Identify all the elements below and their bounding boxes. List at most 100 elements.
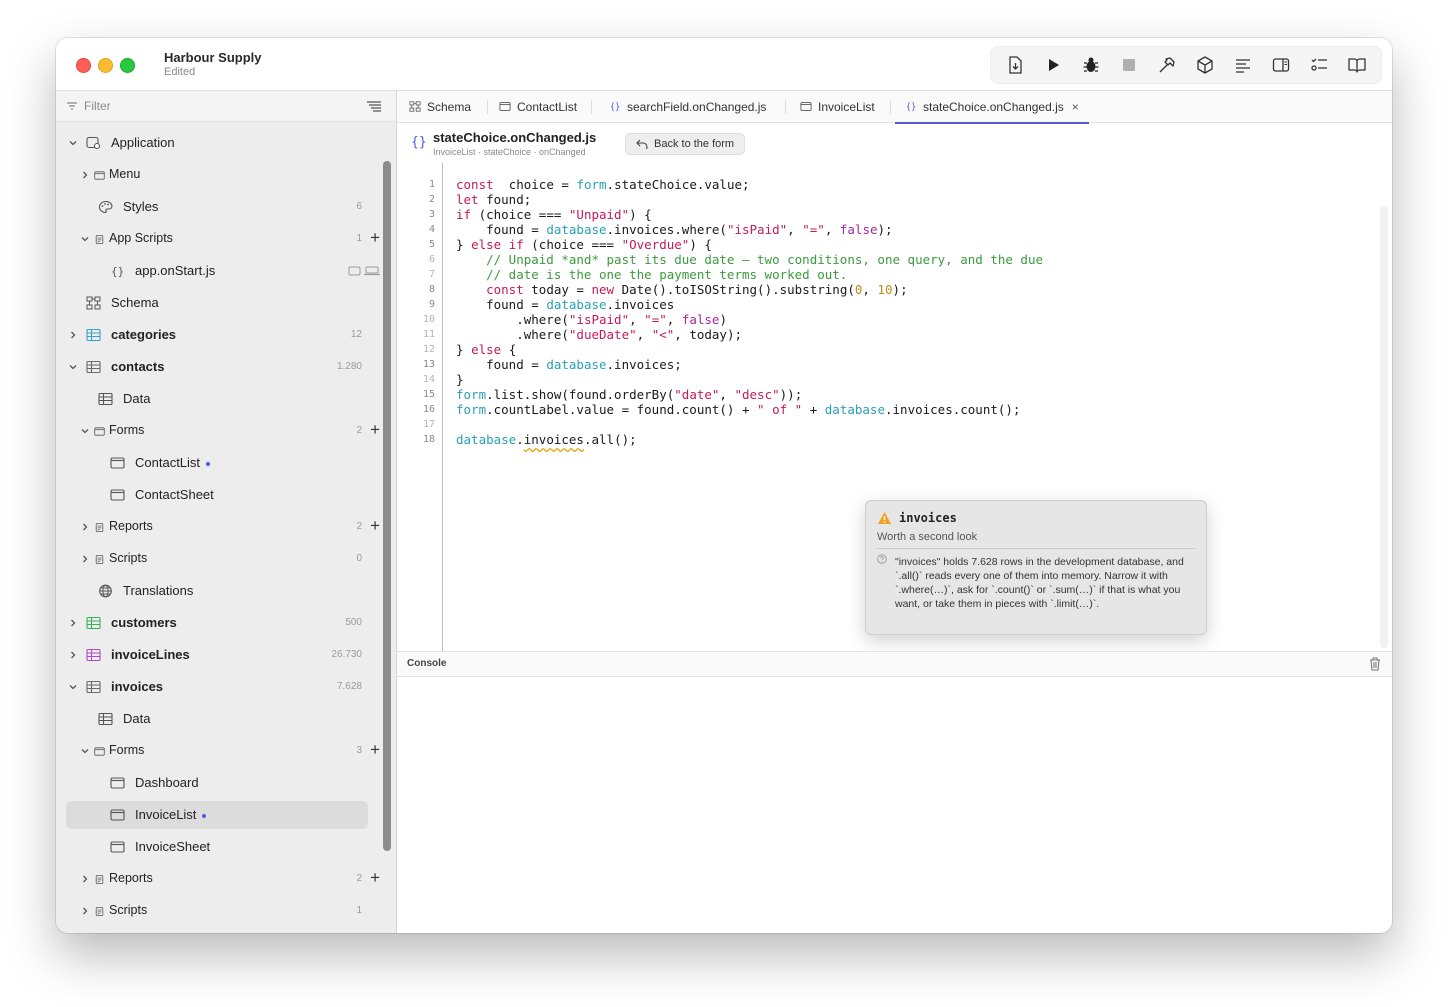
export-icon	[1009, 56, 1022, 74]
chevron-down-icon[interactable]	[80, 426, 90, 436]
sidebar-item-reports[interactable]: Reports 2 +	[56, 865, 382, 893]
back-to-form-button[interactable]: Back to the form	[625, 133, 746, 155]
minimize-window-button[interactable]	[98, 58, 113, 73]
sidebar-item-data[interactable]: Data	[56, 705, 382, 733]
stop-button[interactable]	[1111, 49, 1147, 81]
braces-icon: {}	[906, 103, 916, 112]
chevron-right-icon[interactable]	[68, 618, 78, 628]
tab-searchfield-onchanged-js[interactable]: {} searchField.onChanged.js	[609, 91, 767, 122]
sidebar-item-label: Scripts	[109, 903, 148, 917]
tab-contactlist[interactable]: ContactList	[499, 91, 577, 122]
add-icon[interactable]: +	[370, 420, 380, 440]
code-token: }	[456, 237, 472, 252]
code-token: .invoices.count();	[885, 402, 1021, 417]
chevron-right-icon[interactable]	[80, 522, 90, 532]
sidebar-item-invoicesheet[interactable]: InvoiceSheet	[56, 833, 382, 861]
run-button[interactable]	[1035, 49, 1071, 81]
sidebar-item-forms[interactable]: Forms 2 +	[56, 417, 382, 445]
add-icon[interactable]: +	[370, 868, 380, 888]
code-token: // date is the one the payment terms wor…	[456, 267, 848, 282]
item-count: 6	[356, 201, 362, 212]
form-icon	[110, 489, 125, 501]
chevron-right-icon[interactable]	[80, 170, 90, 180]
code-token: new	[591, 282, 615, 297]
panel-button[interactable]	[1263, 49, 1299, 81]
sidebar-item-invoices[interactable]: invoices 7.628	[56, 673, 382, 701]
code-token: database	[546, 297, 607, 312]
chevron-down-icon[interactable]	[68, 138, 78, 148]
sidebar-item-app-scripts[interactable]: App Scripts 1 +	[56, 225, 382, 253]
close-tab-icon[interactable]: ×	[1072, 100, 1079, 114]
code-token: , today);	[674, 327, 742, 342]
sidebar-scrollbar[interactable]	[383, 161, 391, 851]
add-icon[interactable]: +	[370, 516, 380, 536]
table-icon	[86, 360, 101, 374]
chevron-down-icon[interactable]	[80, 746, 90, 756]
zoom-window-button[interactable]	[120, 58, 135, 73]
chevron-right-icon[interactable]	[80, 554, 90, 564]
trash-icon[interactable]	[1368, 656, 1382, 671]
line-number: 3	[428, 209, 435, 220]
tab-invoicelist[interactable]: InvoiceList	[800, 91, 875, 122]
tab-statechoice-onchanged-js[interactable]: {} stateChoice.onChanged.js ×	[895, 91, 1089, 124]
add-icon[interactable]: +	[370, 228, 380, 248]
debug-button[interactable]	[1073, 49, 1109, 81]
question-icon	[877, 554, 887, 564]
code-token: .invoices;	[606, 357, 682, 372]
popover-title: invoices	[899, 511, 957, 525]
warning-icon	[878, 512, 891, 524]
sidebar-item-styles[interactable]: Styles 6	[56, 193, 382, 221]
svg-text:{}: {}	[610, 103, 620, 112]
editor-scrollbar[interactable]	[1380, 206, 1388, 648]
sidebar-item-label: Translations	[123, 583, 194, 598]
sidebar-item-categories[interactable]: categories 12	[56, 321, 382, 349]
close-window-button[interactable]	[76, 58, 91, 73]
sidebar-item-contactsheet[interactable]: ContactSheet	[56, 481, 382, 509]
sidebar-item-menu[interactable]: Menu	[56, 161, 382, 189]
tab-schema[interactable]: Schema	[409, 91, 471, 122]
sidebar-item-scripts[interactable]: Scripts 0	[56, 545, 382, 573]
sidebar-item-app-onstart-js[interactable]: {} app.onStart.js	[56, 257, 382, 285]
sidebar-item-forms[interactable]: Forms 3 +	[56, 737, 382, 765]
package-button[interactable]	[1187, 49, 1223, 81]
chevron-down-icon[interactable]	[68, 362, 78, 372]
sidebar-item-schema[interactable]: Schema	[56, 289, 382, 317]
build-button[interactable]	[1149, 49, 1185, 81]
outline-button[interactable]	[1225, 49, 1261, 81]
form-icon	[110, 456, 125, 470]
chevron-down-icon[interactable]	[68, 682, 78, 692]
book-button[interactable]	[1339, 49, 1375, 81]
sidebar-item-invoicelines[interactable]: invoiceLines 26.730	[56, 641, 382, 669]
sidebar-item-customers[interactable]: customers 500	[56, 609, 382, 637]
code-token: const	[486, 282, 524, 297]
chevron-right-icon[interactable]	[68, 650, 78, 660]
sidebar-item-label: contacts	[111, 359, 165, 374]
export-button[interactable]	[997, 49, 1033, 81]
tab-label: searchField.onChanged.js	[627, 99, 767, 114]
file-title: stateChoice.onChanged.js	[433, 130, 597, 145]
code-token: ,	[636, 327, 652, 342]
sidebar-item-dashboard[interactable]: Dashboard	[56, 769, 382, 797]
chevron-right-icon[interactable]	[80, 906, 90, 916]
sidebar-item-data[interactable]: Data	[56, 385, 382, 413]
checklist-button[interactable]	[1301, 49, 1337, 81]
form-icon	[110, 809, 125, 821]
sidebar-item-reports[interactable]: Reports 2 +	[56, 513, 382, 541]
filter-input[interactable]: Filter	[84, 99, 111, 113]
sidebar-item-invoicelist[interactable]: InvoiceList	[66, 801, 368, 829]
code-line: form.list.show(found.orderBy("date", "de…	[456, 387, 802, 402]
sidebar-item-contacts[interactable]: contacts 1.280	[56, 353, 382, 381]
sidebar-item-application[interactable]: Application	[56, 129, 382, 157]
sidebar-item-contactlist[interactable]: ContactList	[56, 449, 382, 477]
chevron-right-icon[interactable]	[80, 874, 90, 884]
add-icon[interactable]: +	[370, 740, 380, 760]
filter-options-icon[interactable]	[366, 100, 382, 112]
sidebar-item-translations[interactable]: Translations	[56, 577, 382, 605]
script-icon	[94, 553, 105, 564]
sidebar-item-scripts[interactable]: Scripts 1	[56, 897, 382, 925]
chevron-right-icon[interactable]	[68, 330, 78, 340]
line-number: 13	[422, 359, 435, 370]
filter-bar[interactable]: Filter	[56, 91, 396, 122]
code-line: } else if (choice === "Overdue") {	[456, 237, 712, 252]
chevron-down-icon[interactable]	[80, 234, 90, 244]
